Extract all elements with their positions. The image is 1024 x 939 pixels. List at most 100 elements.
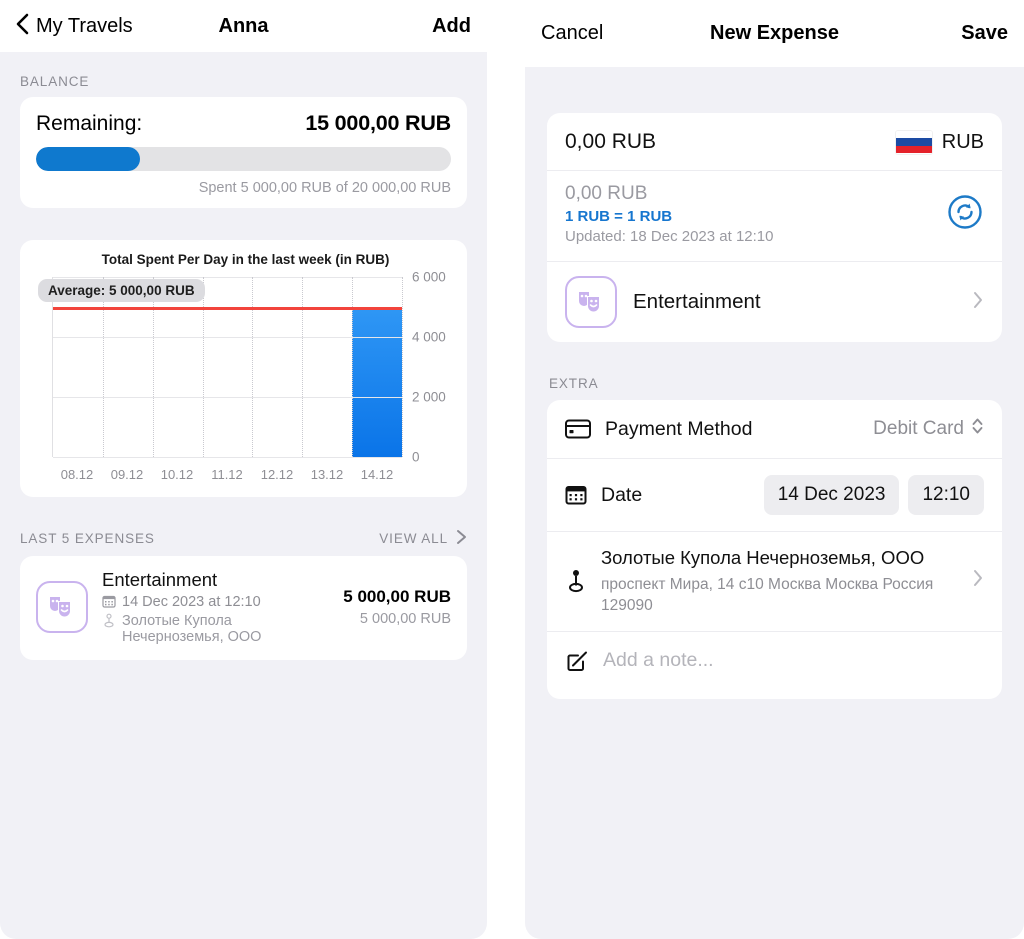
russia-flag-icon: [895, 130, 932, 154]
chart-y-tick-label: 6 000: [412, 269, 446, 285]
payment-method-value: Debit Card: [873, 418, 964, 439]
location-name: Золотые Купола Нечерноземья, ООО: [601, 547, 925, 568]
chart-category-gridline: [402, 277, 403, 457]
cancel-button-label: Cancel: [541, 22, 604, 44]
new-expense-screen: Cancel New Expense Save 0,00 RUB RUB 0,0…: [525, 0, 1024, 939]
extra-section-label: EXTRA: [549, 376, 599, 391]
chart-category-gridline: [102, 277, 104, 457]
expense-list-item[interactable]: Entertainment 14 Dec 2023 at 12:10 Золот…: [20, 556, 467, 660]
time-picker-button[interactable]: 12:10: [908, 475, 984, 515]
chart-y-tick-label: 2 000: [412, 389, 446, 405]
right-content: 0,00 RUB RUB 0,00 RUB 1 RUB = 1 RUB Upda…: [525, 67, 1024, 699]
currency-code: RUB: [941, 130, 984, 153]
chart-category-gridline: [152, 277, 154, 457]
balance-remaining-row: Remaining: 15 000,00 RUB: [36, 111, 451, 136]
exchange-rate: 1 RUB = 1 RUB: [565, 208, 673, 225]
cancel-button[interactable]: Cancel: [541, 22, 603, 45]
chart-gridline: [53, 397, 402, 398]
expense-amount: 5 000,00 RUB: [343, 587, 451, 606]
date-label: Date: [601, 483, 643, 506]
calendar-icon: [565, 484, 587, 506]
chart-bars: [53, 277, 403, 457]
chevron-right-icon: [972, 290, 984, 315]
amount-input-row[interactable]: 0,00 RUB RUB: [547, 113, 1002, 170]
payment-method-row[interactable]: Payment Method Debit Card: [547, 400, 1002, 458]
date-row: Date 14 Dec 2023 12:10: [547, 459, 1002, 531]
screenshot-root: My Travels Anna Add BALANCE Remaining: 1…: [0, 0, 1024, 939]
category-name: Entertainment: [633, 290, 761, 313]
note-edit-icon: [565, 649, 589, 673]
expense-amounts: 5 000,00 RUB 5 000,00 RUB: [343, 587, 451, 627]
chevron-right-icon: [972, 568, 984, 593]
note-input[interactable]: Add a note...: [603, 649, 714, 672]
date-picker-button[interactable]: 14 Dec 2023: [763, 475, 900, 515]
converted-amount: 0,00 RUB: [565, 183, 648, 204]
expense-place-row: Золотые Купола Нечерноземья, ООО: [102, 613, 329, 645]
chart-bar-slot: [252, 277, 302, 457]
theater-masks-icon: [565, 276, 617, 328]
expense-category: Entertainment: [102, 569, 218, 590]
budget-progress-fill: [36, 147, 140, 171]
location-row[interactable]: Золотые Купола Нечерноземья, ООО проспек…: [547, 532, 1002, 631]
chart-x-tick-label: 11.12: [211, 466, 243, 482]
note-row[interactable]: Add a note...: [547, 632, 1002, 699]
remaining-value: 15 000,00 RUB: [305, 111, 451, 135]
chevron-right-icon: [456, 529, 467, 548]
back-button[interactable]: My Travels: [16, 13, 133, 39]
chart-bar: [352, 307, 403, 457]
calendar-icon: [102, 594, 116, 608]
chart-x-tick-label: 12.12: [260, 466, 294, 482]
chart-average-line: [53, 307, 402, 310]
chart-gridline: [53, 337, 402, 338]
chart-bar-slot: [352, 277, 403, 457]
expense-date-row: 14 Dec 2023 at 12:10: [102, 594, 329, 610]
theater-masks-icon: [36, 581, 88, 633]
expenses-section-label: LAST 5 EXPENSES: [20, 531, 155, 546]
expenses-section-header: LAST 5 EXPENSES VIEW ALL: [0, 529, 487, 556]
remaining-label: Remaining:: [36, 112, 143, 135]
chart-plot: [52, 277, 403, 458]
spending-chart-card: Total Spent Per Day in the last week (in…: [20, 240, 467, 497]
chevron-left-icon: [16, 13, 29, 39]
chart-x-axis: 08.12 09.12 10.12 11.12 12.12 13.12 14.12: [52, 461, 402, 487]
rate-updated: Updated: 18 Dec 2023 at 12:10: [565, 228, 774, 245]
balance-section-label: BALANCE: [20, 74, 90, 89]
view-all-button[interactable]: VIEW ALL: [379, 529, 467, 548]
payment-method-label: Payment Method: [605, 417, 753, 440]
chart-bar-slot: [203, 277, 253, 457]
view-all-label: VIEW ALL: [379, 531, 448, 546]
currency-selector[interactable]: RUB: [895, 130, 984, 154]
chart-category-gridline: [252, 277, 254, 457]
credit-card-icon: [565, 419, 591, 439]
budget-progress-bar: [36, 147, 451, 171]
amount-input[interactable]: 0,00 RUB: [565, 130, 656, 154]
payment-method-value-group[interactable]: Debit Card: [873, 416, 984, 442]
conversion-details: 0,00 RUB 1 RUB = 1 RUB Updated: 18 Dec 2…: [565, 183, 774, 245]
add-button[interactable]: Add: [432, 15, 471, 38]
category-selector[interactable]: Entertainment: [547, 262, 1002, 342]
spent-summary: Spent 5 000,00 RUB of 20 000,00 RUB: [198, 180, 451, 196]
chart-bar-slot: [103, 277, 153, 457]
expense-place: Золотые Купола Нечерноземья, ООО: [122, 613, 262, 645]
chevron-updown-icon: [971, 416, 984, 442]
back-button-label: My Travels: [36, 14, 133, 37]
left-navbar: My Travels Anna Add: [0, 0, 487, 52]
date-pickers: 14 Dec 2023 12:10: [763, 475, 984, 515]
chart-x-tick-label: 13.12: [310, 466, 344, 482]
refresh-icon[interactable]: [946, 193, 984, 236]
left-content: BALANCE Remaining: 15 000,00 RUB Spent 5…: [0, 52, 487, 660]
chart-y-tick-label: 4 000: [412, 329, 446, 345]
chart-gridline: [53, 277, 402, 278]
save-button-label: Save: [961, 22, 1008, 44]
chart-average-badge: Average: 5 000,00 RUB: [38, 279, 205, 302]
extra-card: Payment Method Debit Card Date 14 Dec 20…: [547, 400, 1002, 699]
chart-bar-slot: [302, 277, 352, 457]
map-pin-icon: [565, 568, 587, 594]
chart-title: Total Spent Per Day in the last week (in…: [101, 252, 390, 267]
add-button-label: Add: [432, 14, 471, 37]
location-address: проспект Мира, 14 с10 Москва Москва Росс…: [601, 575, 934, 614]
expense-date: 14 Dec 2023 at 12:10: [122, 594, 261, 610]
save-button[interactable]: Save: [961, 22, 1008, 45]
balance-card: Remaining: 15 000,00 RUB Spent 5 000,00 …: [20, 97, 467, 208]
expense-amount-converted: 5 000,00 RUB: [359, 611, 451, 627]
